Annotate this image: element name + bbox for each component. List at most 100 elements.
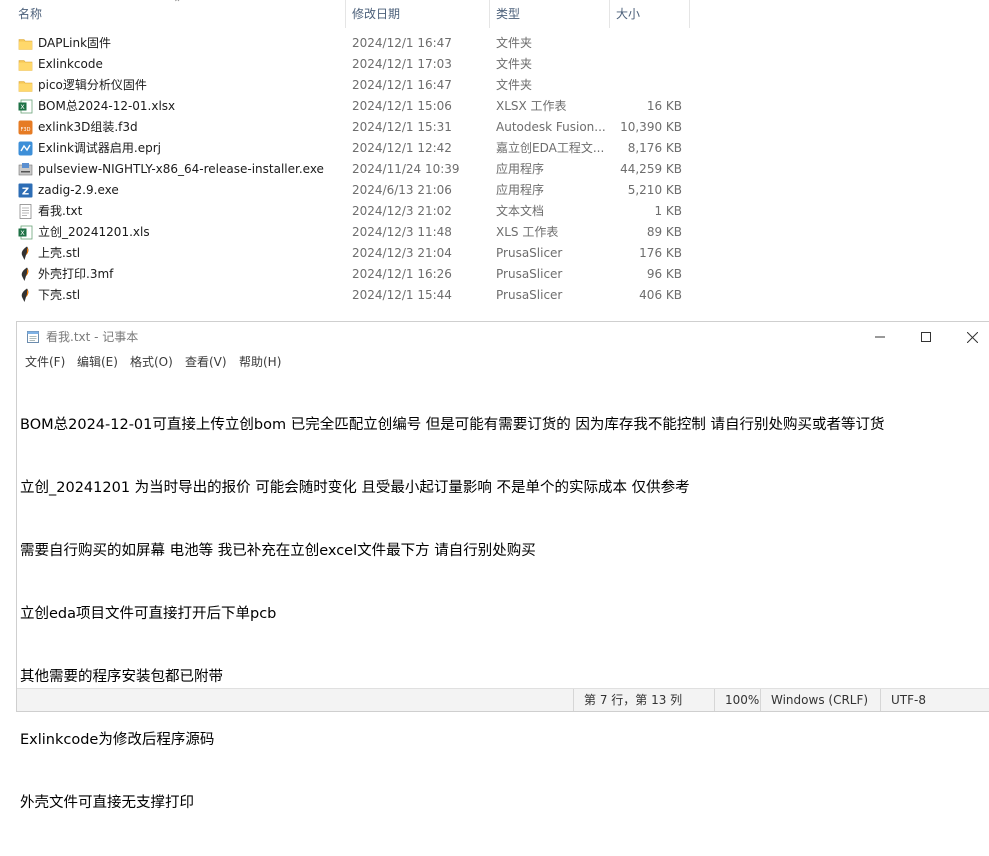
file-name: zadig-2.9.exe [38, 183, 119, 197]
file-size: 89 KB [646, 225, 682, 239]
prusaslicer-icon [18, 267, 33, 282]
file-name: exlink3D组装.f3d [38, 120, 138, 134]
file-row[interactable]: 外壳打印.3mf 2024/12/1 16:26 PrusaSlicer 96 KB [0, 264, 700, 285]
notepad-titlebar[interactable]: 看我.txt - 记事本 [17, 322, 989, 352]
svg-text:F3D: F3D [21, 127, 31, 133]
folder-icon [18, 78, 33, 93]
menu-edit[interactable]: 编辑(E) [77, 352, 118, 372]
file-row[interactable]: F3D exlink3D组装.f3d 2024/12/1 15:31 Autodesk… [0, 117, 700, 138]
file-size: 176 KB [639, 246, 682, 260]
text-editor[interactable]: BOM总2024-12-01可直接上传立创bom 已完全匹配立创编号 但是可能有… [20, 373, 975, 811]
file-modified: 2024/6/13 21:06 [352, 183, 452, 197]
cursor-position: 第 7 行，第 13 列 [573, 689, 714, 711]
file-name: DAPLink固件 [38, 36, 112, 50]
file-modified: 2024/12/1 16:26 [352, 267, 452, 281]
menu-bar: 文件(F) 编辑(E) 格式(O) 查看(V) 帮助(H) [17, 352, 989, 372]
prusaslicer-icon [18, 288, 33, 303]
file-size: 44,259 KB [620, 162, 682, 176]
text-file-icon [18, 204, 33, 219]
file-type: PrusaSlicer [496, 246, 563, 260]
file-row[interactable]: DAPLink固件 2024/12/1 16:47 文件夹 [0, 33, 700, 54]
installer-icon [18, 162, 33, 177]
text-line: 其他需要的程序安装包都已附带 [20, 669, 223, 685]
file-modified: 2024/12/1 16:47 [352, 78, 452, 92]
minimize-icon [875, 336, 885, 338]
file-size: 1 KB [654, 204, 682, 218]
file-name: pico逻辑分析仪固件 [38, 78, 147, 92]
minimize-button[interactable] [857, 322, 903, 352]
column-header-bar: ⌃ 名称 修改日期 类型 大小 [0, 0, 700, 28]
svg-text:Z: Z [22, 187, 29, 198]
folder-icon [18, 36, 33, 51]
file-name: BOM总2024-12-01.xlsx [38, 99, 176, 113]
file-name: 外壳打印.3mf [38, 267, 114, 281]
file-modified: 2024/12/1 12:42 [352, 141, 452, 155]
column-header-type[interactable]: 类型 [490, 0, 610, 28]
close-button[interactable] [949, 322, 989, 352]
file-name: 下壳.stl [38, 288, 81, 302]
file-type: 应用程序 [496, 183, 545, 197]
file-name: 立创_20241201.xls [38, 225, 150, 239]
menu-view[interactable]: 查看(V) [185, 352, 227, 372]
zadig-icon: Z [18, 183, 33, 198]
line-ending: Windows (CRLF) [760, 689, 880, 711]
file-modified: 2024/12/3 11:48 [352, 225, 452, 239]
text-line: 立创eda项目文件可直接打开后下单pcb [20, 606, 277, 622]
file-row[interactable]: X BOM总2024-12-01.xlsx 2024/12/1 15:06 XLSX … [0, 96, 700, 117]
file-explorer: ⌃ 名称 修改日期 类型 大小 DAPLink固件 2024/12/1 16:47… [0, 0, 989, 310]
file-type: PrusaSlicer [496, 267, 563, 281]
file-modified: 2024/12/1 15:31 [352, 120, 452, 134]
file-modified: 2024/12/1 16:47 [352, 36, 452, 50]
file-row[interactable]: Exlink调试器启用.eprj 2024/12/1 12:42 嘉立创EDA工程文… [0, 138, 700, 159]
f3d-icon: F3D [18, 120, 33, 135]
file-row[interactable]: 看我.txt 2024/12/3 21:02 文本文档 1 KB [0, 201, 700, 222]
file-type: 嘉立创EDA工程文... [496, 141, 605, 155]
file-size: 8,176 KB [627, 141, 682, 155]
svg-text:X: X [20, 103, 25, 111]
file-modified: 2024/12/1 15:06 [352, 99, 452, 113]
text-line: 外壳文件可直接无支撑打印 [20, 795, 194, 811]
file-row[interactable]: pulseview-NIGHTLY-x86_64-release-install… [0, 159, 700, 180]
file-size: 5,210 KB [627, 183, 682, 197]
file-type: PrusaSlicer [496, 288, 563, 302]
folder-icon [18, 57, 33, 72]
text-line: 需要自行购买的如屏幕 电池等 我已补充在立创excel文件最下方 请自行别处购买 [20, 543, 536, 559]
file-size: 10,390 KB [620, 120, 682, 134]
file-modified: 2024/12/1 17:03 [352, 57, 452, 71]
file-type: 文本文档 [496, 204, 545, 218]
column-header-size[interactable]: 大小 [610, 0, 690, 28]
file-size: 16 KB [646, 99, 682, 113]
maximize-button[interactable] [903, 322, 949, 352]
text-line: Exlinkcode为修改后程序源码 [20, 732, 215, 748]
file-name: Exlink调试器启用.eprj [38, 141, 161, 155]
file-row[interactable]: Zzadig-2.9.exe 2024/6/13 21:06 应用程序 5,210 K… [0, 180, 700, 201]
file-modified: 2024/12/3 21:04 [352, 246, 452, 260]
file-name: pulseview-NIGHTLY-x86_64-release-install… [38, 162, 324, 176]
file-type: 文件夹 [496, 57, 533, 71]
file-name: 上壳.stl [38, 246, 81, 260]
prusaslicer-icon [18, 246, 33, 261]
file-name: 看我.txt [38, 204, 83, 218]
file-row[interactable]: X 立创_20241201.xls 2024/12/3 11:48 XLS 工作表 89… [0, 222, 700, 243]
column-header-modified[interactable]: 修改日期 [346, 0, 490, 28]
file-row[interactable]: pico逻辑分析仪固件 2024/12/1 16:47 文件夹 [0, 75, 700, 96]
status-bar: 第 7 行，第 13 列 100% Windows (CRLF) UTF-8 [17, 688, 989, 711]
file-row[interactable]: 上壳.stl 2024/12/3 21:04 PrusaSlicer 176 KB [0, 243, 700, 264]
file-row[interactable]: 下壳.stl 2024/12/1 15:44 PrusaSlicer 406 KB [0, 285, 700, 306]
menu-file[interactable]: 文件(F) [25, 352, 65, 372]
menu-format[interactable]: 格式(O) [130, 352, 173, 372]
file-type: XLS 工作表 [496, 225, 559, 239]
menu-help[interactable]: 帮助(H) [239, 352, 281, 372]
file-list: DAPLink固件 2024/12/1 16:47 文件夹 Exlinkcode 202… [0, 33, 700, 306]
eda-icon [18, 141, 33, 156]
file-row[interactable]: Exlinkcode 2024/12/1 17:03 文件夹 [0, 54, 700, 75]
notepad-icon [27, 331, 39, 343]
column-header-name[interactable]: 名称 [12, 0, 346, 28]
file-modified: 2024/12/1 15:44 [352, 288, 452, 302]
file-type: 应用程序 [496, 162, 545, 176]
file-modified: 2024/12/3 21:02 [352, 204, 452, 218]
file-type: 文件夹 [496, 78, 533, 92]
excel-icon: X [18, 99, 33, 114]
file-modified: 2024/11/24 10:39 [352, 162, 460, 176]
notepad-window: 看我.txt - 记事本 文件(F) 编辑(E) 格式(O) 查看(V) 帮助(… [16, 321, 989, 811]
